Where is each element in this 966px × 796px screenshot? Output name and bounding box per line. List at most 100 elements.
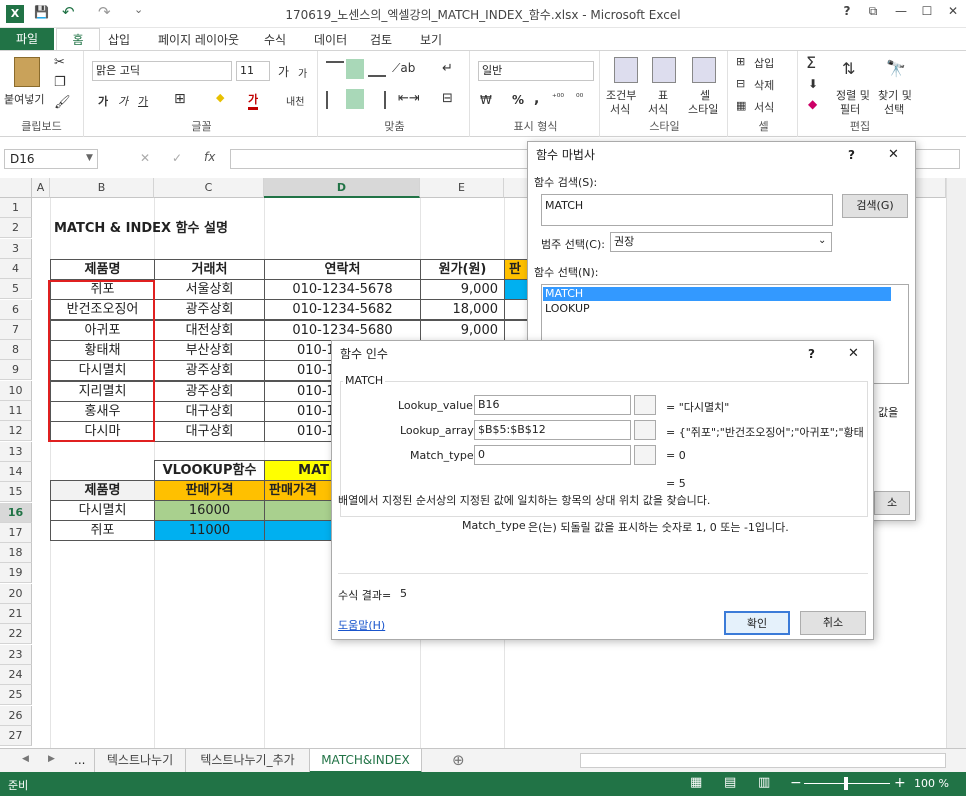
formula-enter-icon[interactable]: ✓ — [172, 151, 182, 165]
currency-button[interactable]: ₩ — [480, 93, 492, 107]
row-header-15[interactable]: 15 — [0, 482, 32, 503]
lookup-row-1-product[interactable]: 다시멸치 — [50, 500, 155, 521]
header-cost[interactable]: 원가(원) — [420, 259, 505, 280]
arg-input-match-type[interactable]: 0 — [474, 445, 631, 465]
format-cells-button[interactable]: 서식 — [754, 99, 774, 115]
border-button[interactable]: ⊞ — [174, 91, 186, 107]
align-top-icon[interactable] — [326, 61, 344, 77]
row-header-6[interactable]: 6 — [0, 299, 32, 320]
number-format-select[interactable]: 일반 — [478, 61, 594, 81]
table-cell-r2-c2[interactable]: 광주상회 — [154, 299, 265, 321]
italic-button[interactable]: 가 — [118, 93, 128, 109]
font-name-select[interactable]: 맑은 고딕 — [92, 61, 232, 81]
insert-function-icon[interactable]: fx — [204, 150, 215, 164]
new-sheet-icon[interactable]: ⊕ — [452, 751, 465, 769]
bold-button[interactable]: 가 — [98, 93, 108, 109]
cell-styles-icon[interactable] — [692, 57, 716, 83]
row-header-26[interactable]: 26 — [0, 705, 32, 726]
table-cell-r8-c2[interactable]: 대구상회 — [154, 421, 265, 443]
function-arguments-help-button[interactable]: ? — [808, 347, 815, 361]
function-arguments-close-button[interactable]: ✕ — [848, 346, 859, 361]
row-header-4[interactable]: 4 — [0, 258, 32, 279]
sheet-tab-text-split[interactable]: 텍스트나누기 — [94, 749, 186, 773]
row-header-11[interactable]: 11 — [0, 401, 32, 421]
ok-button[interactable]: 확인 — [724, 611, 790, 635]
ribbon-display-button[interactable]: ⧉ — [860, 4, 886, 24]
close-button[interactable]: ✕ — [940, 4, 966, 24]
fill-icon[interactable]: ⬇ — [808, 77, 818, 91]
zoom-level[interactable]: 100 % — [914, 777, 949, 790]
format-as-table-button-2[interactable]: 서식 — [648, 101, 668, 117]
column-header-b[interactable]: B — [50, 178, 154, 198]
sheet-nav-prev-icon[interactable]: ◀ — [22, 754, 29, 764]
table-cell-r7-c2[interactable]: 대구상회 — [154, 400, 265, 422]
category-select[interactable]: 권장 — [610, 232, 832, 252]
tab-formulas[interactable]: 수식 — [264, 31, 286, 48]
tab-home[interactable]: 홈 — [56, 28, 100, 52]
normal-view-icon[interactable]: ▦ — [690, 775, 702, 790]
fill-color-button[interactable]: ◆ — [216, 91, 224, 104]
row-header-3[interactable]: 3 — [0, 238, 32, 259]
help-button[interactable]: ? — [834, 4, 860, 24]
sheet-nav-next-icon[interactable]: ▶ — [48, 754, 55, 764]
row-header-1[interactable]: 1 — [0, 198, 32, 218]
row-header-13[interactable]: 13 — [0, 441, 32, 462]
conditional-format-button-2[interactable]: 서식 — [610, 101, 630, 117]
row-header-12[interactable]: 12 — [0, 421, 32, 442]
table-cell-r1-c2[interactable]: 서울상회 — [154, 279, 265, 300]
table-cell-r3-c3[interactable]: 010-1234-5680 — [264, 319, 421, 341]
arg-collapse-lookup-array-icon[interactable] — [634, 420, 656, 440]
tab-insert[interactable]: 삽입 — [108, 31, 130, 48]
conditional-format-icon[interactable] — [614, 57, 638, 83]
table-cell-r1-c4[interactable]: 9,000 — [420, 279, 505, 300]
arg-collapse-lookup-value-icon[interactable] — [634, 395, 656, 415]
table-cell-r3-c2[interactable]: 대전상회 — [154, 319, 265, 341]
arg-input-lookup-array[interactable]: $B$5:$B$12 — [474, 420, 631, 440]
tab-page-layout[interactable]: 페이지 레이아웃 — [158, 31, 239, 48]
lookup-header-product[interactable]: 제품명 — [50, 480, 155, 501]
clear-icon[interactable]: ◆ — [808, 97, 817, 111]
table-cell-r3-c4[interactable]: 9,000 — [420, 319, 505, 341]
row-header-16[interactable]: 16 — [0, 502, 32, 523]
cell-styles-button-2[interactable]: 스타일 — [688, 101, 718, 117]
help-link[interactable]: 도움말(H) — [338, 617, 385, 633]
header-product[interactable]: 제품명 — [50, 259, 155, 280]
row-header-7[interactable]: 7 — [0, 319, 32, 340]
column-header-a[interactable]: A — [32, 178, 50, 198]
zoom-out-button[interactable]: − — [790, 775, 802, 791]
tab-review[interactable]: 검토 — [370, 31, 392, 48]
formula-cancel-icon[interactable]: ✕ — [140, 151, 150, 165]
find-select-button-2[interactable]: 선택 — [884, 101, 904, 117]
column-header-d[interactable]: D — [264, 178, 420, 198]
table-cell-r4-c2[interactable]: 부산상회 — [154, 339, 265, 361]
merge-center-icon[interactable]: ⊟ — [442, 91, 453, 106]
autosum-button[interactable]: Σ — [806, 53, 816, 72]
maximize-button[interactable]: ☐ — [914, 4, 940, 24]
table-cell-r2-c3[interactable]: 010-1234-5682 — [264, 299, 421, 321]
row-header-18[interactable]: 18 — [0, 543, 32, 564]
row-header-2[interactable]: 2 — [0, 218, 32, 239]
indent-icon[interactable]: ⇤⇥ — [398, 91, 420, 106]
table-cell-r1-c3[interactable]: 010-1234-5678 — [264, 279, 421, 300]
align-bottom-icon[interactable] — [368, 61, 386, 77]
align-center-icon[interactable] — [346, 89, 364, 109]
font-color-button[interactable]: 가 — [248, 91, 259, 110]
row-header-5[interactable]: 5 — [0, 279, 32, 300]
row-header-20[interactable]: 20 — [0, 583, 32, 604]
table-cell-r3-c5[interactable] — [504, 319, 528, 341]
font-size-select[interactable]: 11 — [236, 61, 270, 81]
sheet-tab-match-index[interactable]: MATCH&INDEX — [310, 749, 422, 773]
horizontal-scrollbar[interactable] — [580, 753, 946, 768]
increase-decimal-button[interactable]: ⁺⁰⁰ — [552, 93, 564, 103]
font-shrink-button[interactable]: 가 — [298, 65, 307, 80]
lookup-row-2-match[interactable] — [264, 520, 334, 541]
arg-input-lookup-value[interactable]: B16 — [474, 395, 631, 415]
category-dropdown-icon[interactable]: ⌄ — [818, 235, 826, 246]
lookup-row-2-vlookup[interactable]: 11000 — [154, 520, 265, 541]
align-middle-icon[interactable] — [346, 59, 364, 79]
vertical-scrollbar[interactable] — [946, 178, 966, 748]
percent-button[interactable]: % — [512, 93, 524, 107]
lookup-header-match-price[interactable]: 판매가격 — [264, 480, 334, 501]
function-wizard-help-button[interactable]: ? — [848, 148, 855, 162]
row-header-23[interactable]: 23 — [0, 644, 32, 665]
